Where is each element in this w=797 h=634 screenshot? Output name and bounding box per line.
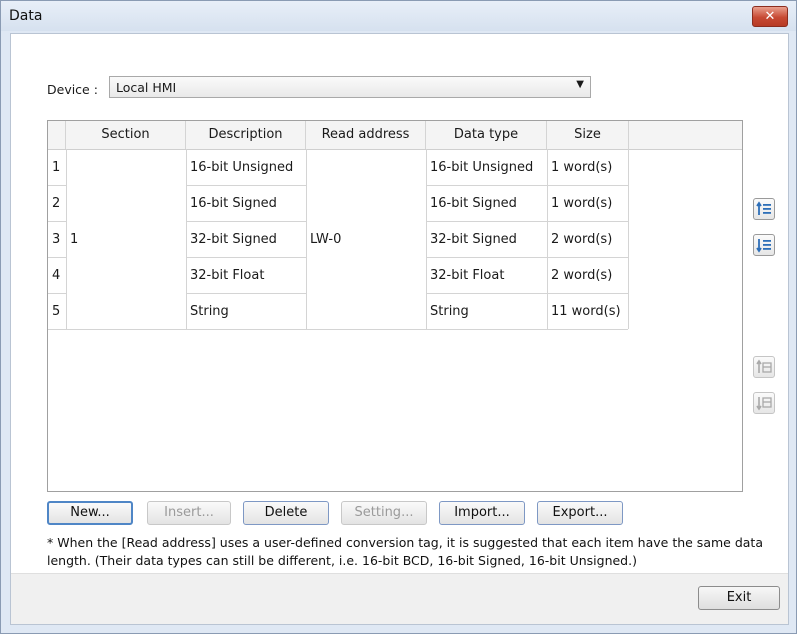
move-up-icon — [756, 201, 771, 215]
description-cell[interactable]: 32-bit Float — [186, 257, 306, 293]
row-number[interactable]: 4 — [48, 257, 66, 293]
header-data-type[interactable]: Data type — [426, 121, 547, 149]
export-button[interactable]: Export... — [537, 501, 623, 525]
row-number[interactable]: 5 — [48, 293, 66, 329]
size-cell[interactable]: 1 word(s) — [547, 149, 628, 185]
conversion-note: * When the [Read address] uses a user-de… — [47, 535, 763, 568]
size-cell[interactable]: 1 word(s) — [547, 185, 628, 221]
delete-button[interactable]: Delete — [243, 501, 329, 525]
move-down-icon — [756, 239, 771, 253]
data-table[interactable]: Section Description Read address Data ty… — [47, 120, 743, 492]
bottom-bar: Exit — [11, 573, 788, 624]
row-number[interactable]: 3 — [48, 221, 66, 257]
data-type-cell[interactable]: String — [426, 293, 547, 329]
setting-button[interactable]: Setting... — [341, 501, 427, 525]
header-read-address[interactable]: Read address — [306, 121, 426, 149]
data-type-cell[interactable]: 32-bit Float — [426, 257, 547, 293]
section-up-button[interactable] — [753, 356, 775, 378]
size-cell[interactable]: 2 word(s) — [547, 221, 628, 257]
header-description[interactable]: Description — [186, 121, 306, 149]
header-row-number — [48, 121, 66, 149]
data-type-cell[interactable]: 32-bit Signed — [426, 221, 547, 257]
header-section[interactable]: Section — [66, 121, 186, 149]
description-cell[interactable]: 32-bit Signed — [186, 221, 306, 257]
dialog-title: Data — [9, 8, 43, 24]
read-address-cell[interactable]: LW-0 — [306, 149, 426, 329]
section-down-icon — [756, 397, 772, 411]
data-dialog: Data ✕ Device : Local HMI ▼ Section Desc… — [0, 0, 797, 634]
row-number[interactable]: 1 — [48, 149, 66, 185]
section-cell[interactable]: 1 — [66, 149, 186, 329]
header-size[interactable]: Size — [547, 121, 629, 149]
insert-button[interactable]: Insert... — [147, 501, 231, 525]
move-up-button[interactable] — [753, 198, 775, 220]
size-cell[interactable]: 2 word(s) — [547, 257, 628, 293]
section-up-icon — [756, 359, 772, 373]
description-cell[interactable]: 16-bit Unsigned — [186, 149, 306, 185]
move-down-button[interactable] — [753, 234, 775, 256]
description-cell[interactable]: 16-bit Signed — [186, 185, 306, 221]
description-cell[interactable]: String — [186, 293, 306, 329]
new-button[interactable]: New... — [47, 501, 133, 525]
table-header: Section Description Read address Data ty… — [48, 121, 742, 150]
device-select[interactable]: Local HMI ▼ — [109, 76, 591, 98]
title-bar[interactable]: Data ✕ — [1, 1, 796, 31]
chevron-down-icon: ▼ — [576, 79, 584, 90]
data-type-cell[interactable]: 16-bit Signed — [426, 185, 547, 221]
row-number[interactable]: 2 — [48, 185, 66, 221]
exit-button[interactable]: Exit — [698, 586, 780, 610]
import-button[interactable]: Import... — [439, 501, 525, 525]
size-cell[interactable]: 11 word(s) — [547, 293, 628, 329]
close-button[interactable]: ✕ — [752, 6, 788, 27]
dialog-client: Device : Local HMI ▼ Section Description… — [10, 33, 789, 625]
data-type-cell[interactable]: 16-bit Unsigned — [426, 149, 547, 185]
device-label: Device : — [47, 82, 98, 97]
section-down-button[interactable] — [753, 392, 775, 414]
device-value: Local HMI — [116, 80, 177, 95]
